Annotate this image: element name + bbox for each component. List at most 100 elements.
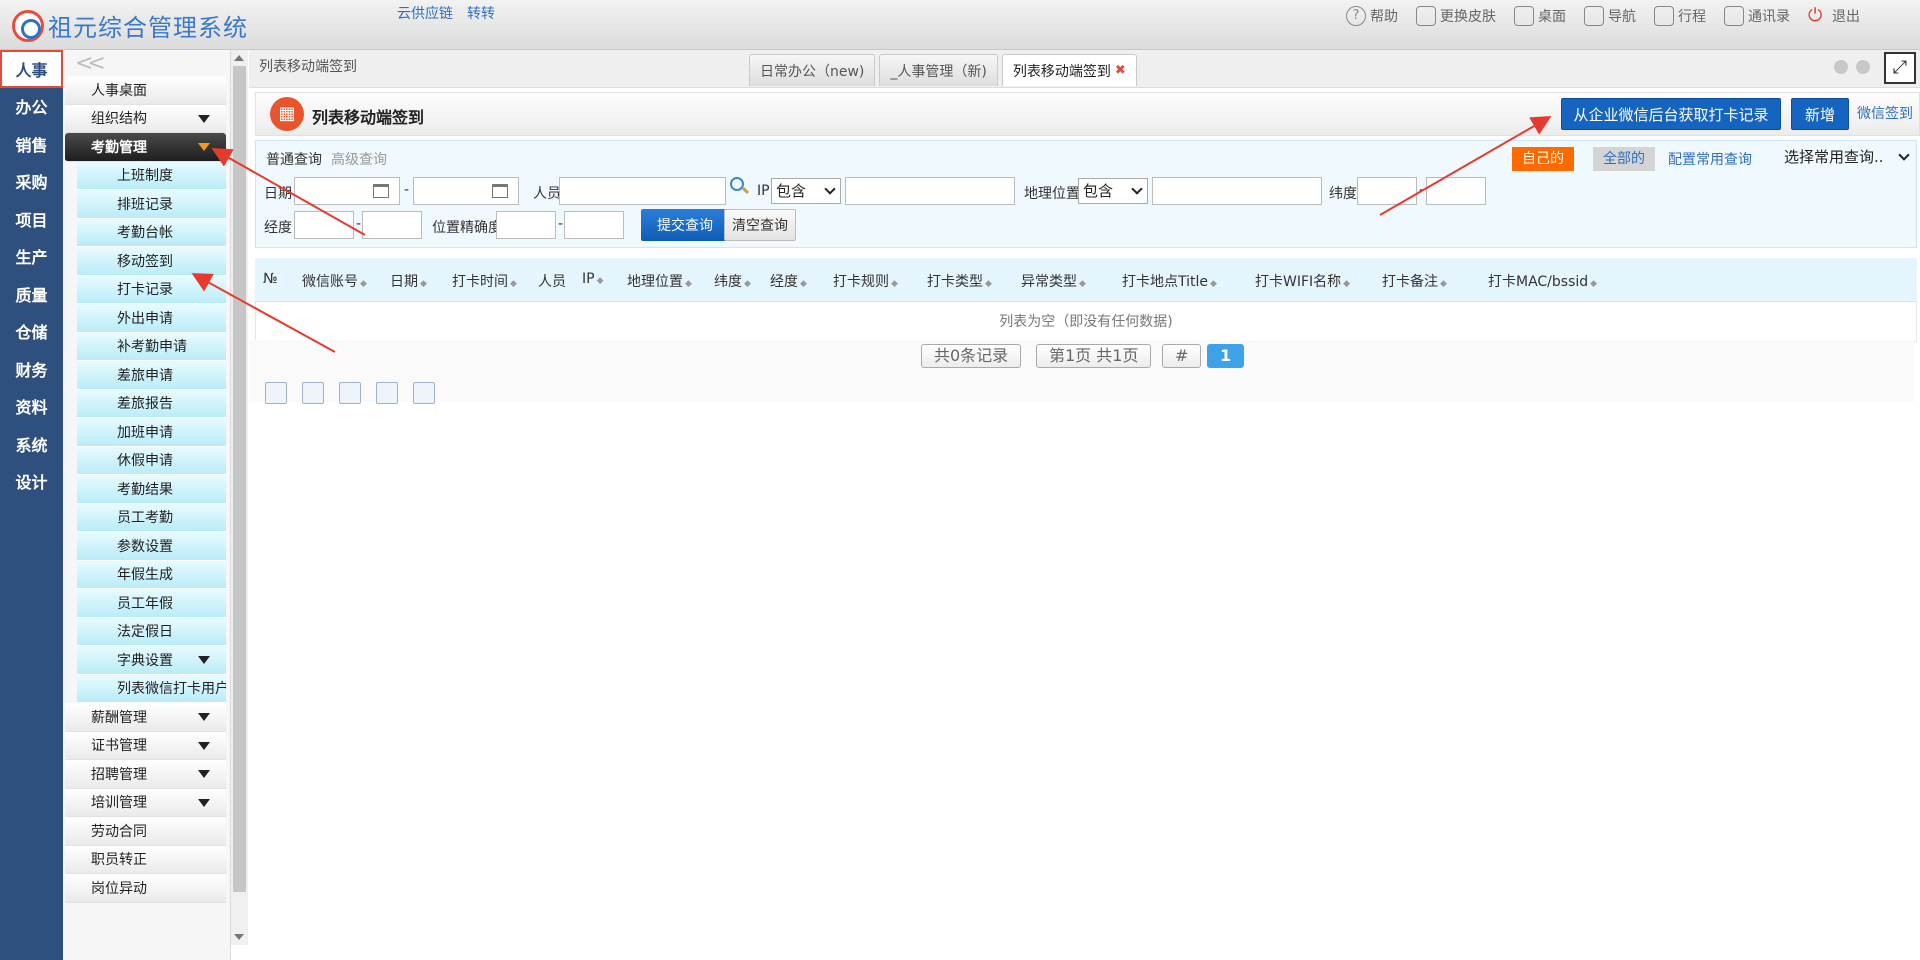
clear-query-button[interactable]: 清空查询: [724, 209, 796, 241]
col-wechat-account[interactable]: 微信账号 ◆: [302, 271, 367, 291]
desktop-button[interactable]: 桌面: [1514, 6, 1566, 26]
module-purchase[interactable]: 采购: [0, 163, 63, 201]
menu-makeup-attendance[interactable]: 补考勤申请: [77, 332, 226, 361]
accuracy-to-input[interactable]: [564, 211, 624, 239]
lat-to-input[interactable]: [1426, 177, 1486, 205]
tab-next-icon[interactable]: [1856, 60, 1870, 74]
module-system[interactable]: 系统: [0, 425, 63, 463]
menu-dictionary[interactable]: 字典设置: [77, 646, 226, 675]
saved-query-select[interactable]: 选择常用查询..: [1780, 145, 1914, 171]
menu-work-rules[interactable]: 上班制度: [77, 161, 226, 190]
menu-punch-records[interactable]: 打卡记录: [77, 275, 226, 304]
menu-position-change[interactable]: 岗位异动: [65, 874, 226, 903]
person-input[interactable]: [559, 177, 726, 205]
menu-travel-report[interactable]: 差旅报告: [77, 389, 226, 418]
module-hr[interactable]: 人事: [0, 50, 63, 88]
col-lat[interactable]: 纬度 ◆: [714, 271, 751, 291]
col-punch-type[interactable]: 打卡类型 ◆: [927, 271, 992, 291]
ip-operator-select[interactable]: 包含: [771, 178, 841, 204]
date-from-input[interactable]: [294, 177, 400, 205]
help-button[interactable]: ? 帮助: [1346, 6, 1398, 26]
col-geo[interactable]: 地理位置 ◆: [627, 271, 692, 291]
menu-attendance-ledger[interactable]: 考勤台帐: [77, 218, 226, 247]
lng-to-input[interactable]: [362, 211, 422, 239]
menu-parameters[interactable]: 参数设置: [77, 532, 226, 561]
col-punch-time[interactable]: 打卡时间 ◆: [452, 271, 517, 291]
puzzle-icon[interactable]: [413, 382, 435, 404]
accuracy-from-input[interactable]: [496, 211, 556, 239]
tab-normal-query[interactable]: 普通查询: [266, 149, 322, 169]
wechat-checkin-link[interactable]: 微信签到: [1857, 103, 1913, 123]
link-zhuanzhuan[interactable]: 转转: [467, 3, 495, 23]
menu-regularization[interactable]: 职员转正: [65, 845, 226, 874]
submit-query-button[interactable]: 提交查询: [641, 209, 729, 241]
submenu-scrollbar[interactable]: [231, 50, 248, 945]
module-production[interactable]: 生产: [0, 238, 63, 276]
pager-current-page[interactable]: 1: [1207, 344, 1245, 368]
table-icon[interactable]: [339, 382, 361, 404]
calendar-icon[interactable]: [492, 184, 508, 198]
col-person[interactable]: 人员: [538, 271, 566, 291]
pager-goto[interactable]: #: [1162, 344, 1202, 368]
document-icon[interactable]: [302, 382, 324, 404]
skin-button[interactable]: 更换皮肤: [1416, 6, 1496, 26]
menu-overtime-request[interactable]: 加班申请: [77, 418, 226, 447]
menu-attendance[interactable]: 考勤管理: [65, 133, 226, 162]
close-icon[interactable]: ✖: [1115, 63, 1126, 78]
menu-leave-request[interactable]: 休假申请: [77, 446, 226, 475]
filter-all-button[interactable]: 全部的: [1593, 147, 1655, 171]
menu-public-holidays[interactable]: 法定假日: [77, 617, 226, 646]
col-remark[interactable]: 打卡备注 ◆: [1382, 271, 1447, 291]
module-warehouse[interactable]: 仓储: [0, 313, 63, 351]
search-icon[interactable]: [730, 177, 744, 191]
ip-input[interactable]: [845, 177, 1015, 205]
tab-advanced-query[interactable]: 高级查询: [331, 149, 387, 169]
menu-employee-annual-leave[interactable]: 员工年假: [77, 589, 226, 618]
module-quality[interactable]: 质量: [0, 275, 63, 313]
menu-labor-contract[interactable]: 劳动合同: [65, 817, 226, 846]
schedule-button[interactable]: 行程: [1654, 6, 1706, 26]
tab-prev-icon[interactable]: [1834, 60, 1848, 74]
module-design[interactable]: 设计: [0, 463, 63, 501]
menu-wechat-punch-users[interactable]: 列表微信打卡用户: [77, 674, 226, 703]
module-finance[interactable]: 财务: [0, 350, 63, 388]
module-project[interactable]: 项目: [0, 200, 63, 238]
collapse-menu-button[interactable]: <<: [63, 50, 230, 76]
scroll-down-icon[interactable]: [234, 934, 244, 940]
scroll-up-icon[interactable]: [234, 55, 244, 61]
app-logo[interactable]: 祖元综合管理系统: [12, 8, 248, 43]
menu-salary[interactable]: 薪酬管理: [65, 703, 226, 732]
menu-annual-leave-gen[interactable]: 年假生成: [77, 560, 226, 589]
col-exception-type[interactable]: 异常类型 ◆: [1021, 271, 1086, 291]
menu-certificates[interactable]: 证书管理: [65, 731, 226, 760]
contacts-button[interactable]: 通讯录: [1724, 6, 1790, 26]
menu-mobile-checkin[interactable]: 移动签到: [77, 247, 226, 276]
col-no[interactable]: №: [263, 271, 278, 287]
select-columns-icon[interactable]: [265, 382, 287, 404]
menu-employee-attendance[interactable]: 员工考勤: [77, 503, 226, 532]
lng-from-input[interactable]: [294, 211, 354, 239]
add-button[interactable]: 新增: [1791, 98, 1849, 130]
date-to-input[interactable]: [413, 177, 519, 205]
tab-hr-management[interactable]: _人事管理（新): [879, 54, 998, 86]
lat-from-input[interactable]: [1357, 177, 1417, 205]
menu-hr-desktop[interactable]: 人事桌面: [65, 76, 226, 105]
menu-recruitment[interactable]: 招聘管理: [65, 760, 226, 789]
nav-button[interactable]: 导航: [1584, 6, 1636, 26]
col-ip[interactable]: IP ◆: [582, 271, 604, 287]
module-documents[interactable]: 资料: [0, 388, 63, 426]
calendar-icon[interactable]: [373, 184, 389, 198]
menu-outing-request[interactable]: 外出申请: [77, 304, 226, 333]
col-lng[interactable]: 经度 ◆: [770, 271, 807, 291]
geo-input[interactable]: [1152, 177, 1322, 205]
col-date[interactable]: 日期 ◆: [390, 271, 427, 291]
tab-daily-office[interactable]: 日常办公（new): [749, 54, 876, 86]
menu-travel-request[interactable]: 差旅申请: [77, 361, 226, 390]
geo-operator-select[interactable]: 包含: [1078, 178, 1148, 204]
fetch-wechat-records-button[interactable]: 从企业微信后台获取打卡记录: [1561, 98, 1781, 130]
menu-org-structure[interactable]: 组织结构: [65, 104, 226, 133]
col-wifi-name[interactable]: 打卡WIFI名称 ◆: [1255, 271, 1350, 291]
link-cloud-supply[interactable]: 云供应链: [397, 3, 453, 23]
menu-training[interactable]: 培训管理: [65, 788, 226, 817]
config-query-link[interactable]: 配置常用查询: [1668, 149, 1752, 169]
